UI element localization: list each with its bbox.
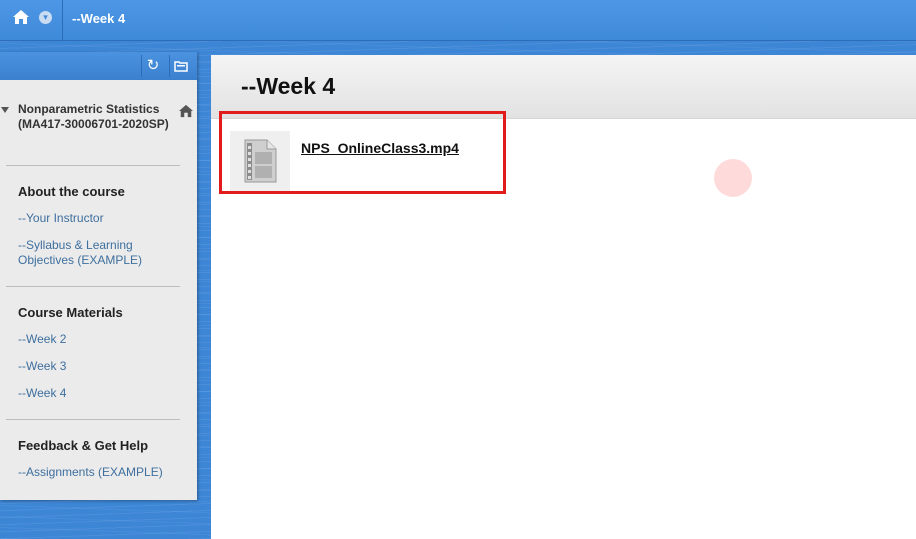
content-area: --Week 4 NPS_OnlineClass3.mp4 [211, 55, 916, 539]
highlight-box [219, 111, 506, 194]
menu-link-your-instructor[interactable]: --Your Instructor [18, 211, 188, 226]
menu-link-week-3[interactable]: --Week 3 [18, 359, 188, 374]
course-title[interactable]: Nonparametric Statistics (MA417-30006701… [18, 102, 173, 132]
section-title-course-materials: Course Materials [18, 305, 123, 320]
top-navigation-bar: ▾ --Week 4 [0, 0, 916, 41]
section-title-about: About the course [18, 184, 125, 199]
menu-divider [6, 286, 180, 287]
content-header: --Week 4 [211, 55, 916, 119]
menu-divider [6, 165, 180, 166]
home-icon[interactable] [12, 9, 30, 30]
menu-link-week-4[interactable]: --Week 4 [18, 386, 188, 401]
menu-link-assignments[interactable]: --Assignments (EXAMPLE) [18, 465, 188, 480]
home-menu-area: ▾ [0, 0, 63, 40]
course-home-icon[interactable] [178, 104, 194, 123]
chevron-down-icon[interactable]: ▾ [39, 11, 52, 24]
section-title-feedback: Feedback & Get Help [18, 438, 149, 453]
cursor-indicator [714, 159, 752, 197]
refresh-icon[interactable]: ↻ [141, 55, 164, 77]
folder-view-icon[interactable] [169, 55, 192, 77]
collapse-triangle-icon[interactable] [1, 107, 9, 113]
course-menu-panel: ↻ Nonparametric Statistics (MA417-300067… [0, 52, 197, 500]
menu-divider [6, 419, 180, 420]
menu-link-syllabus[interactable]: --Syllabus & Learning Objectives (EXAMPL… [18, 238, 188, 268]
course-menu-header: ↻ [0, 52, 197, 80]
menu-link-week-2[interactable]: --Week 2 [18, 332, 188, 347]
breadcrumb[interactable]: --Week 4 [72, 11, 125, 26]
page-title: --Week 4 [241, 73, 336, 99]
